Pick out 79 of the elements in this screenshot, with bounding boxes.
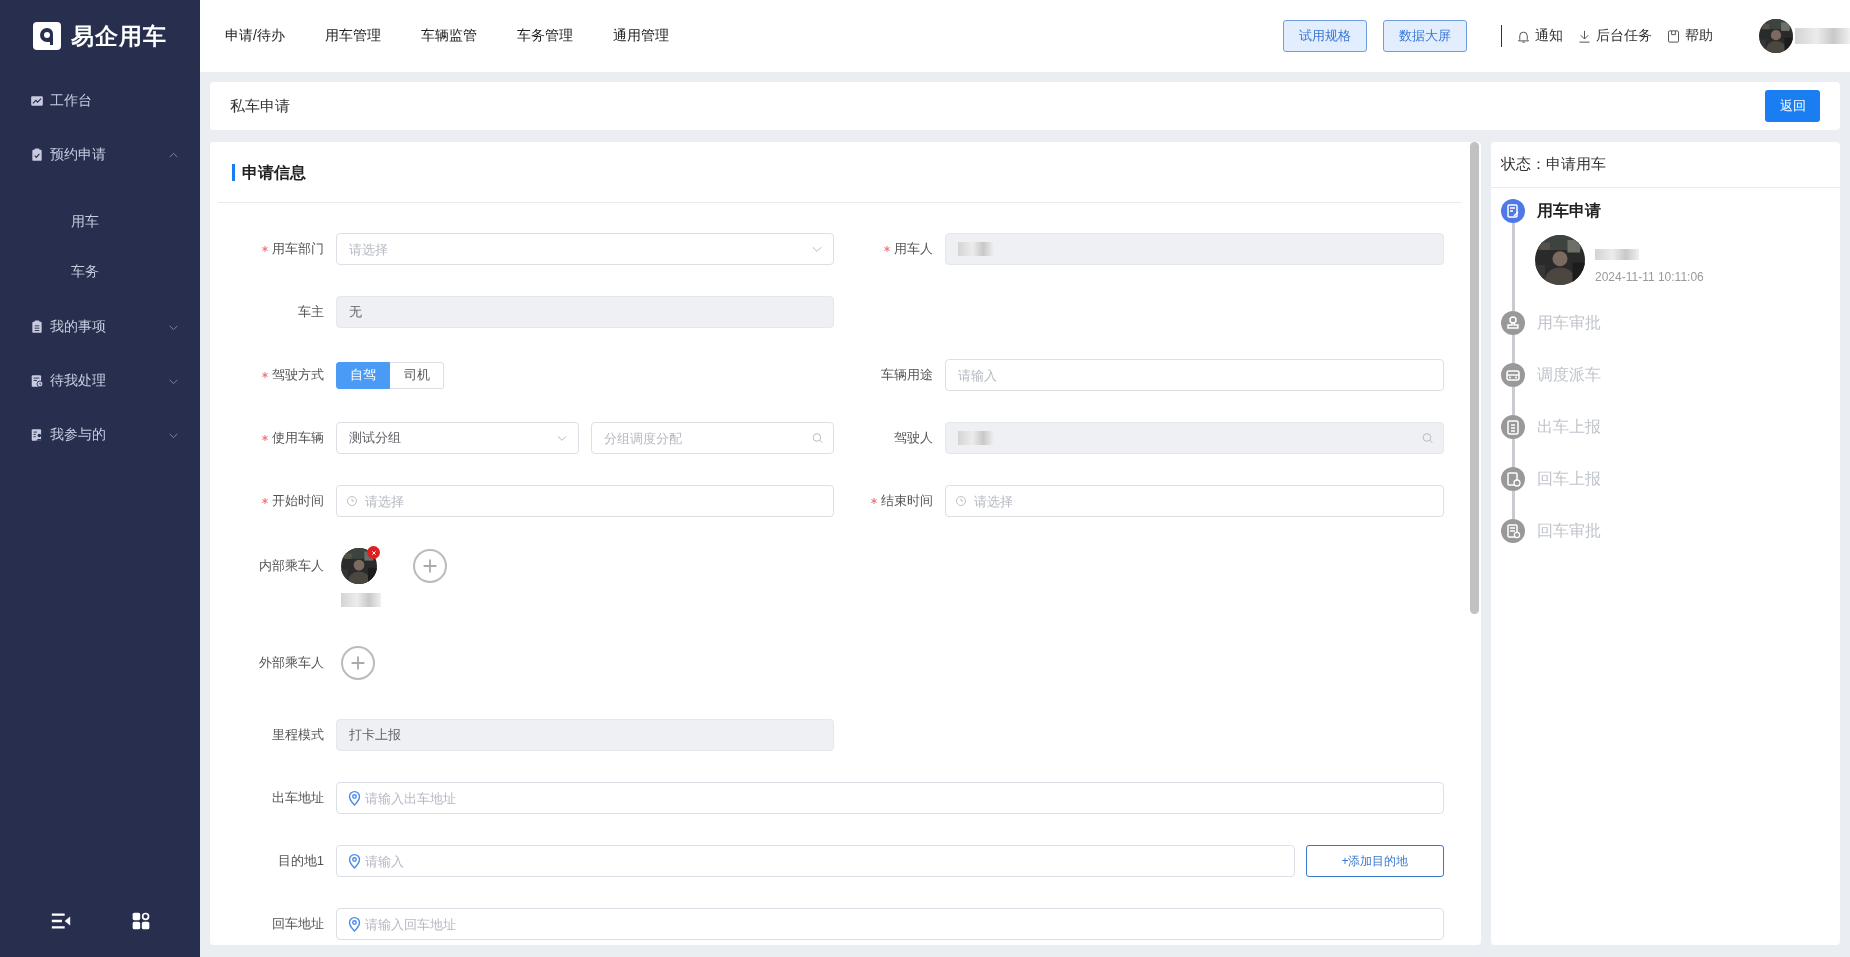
- field-label: 车辆用途: [881, 366, 933, 384]
- apps-icon[interactable]: [130, 911, 151, 931]
- clock-icon: [955, 495, 967, 507]
- field-label: 驾驶方式: [272, 366, 324, 384]
- logo-icon: [33, 22, 61, 50]
- nav-tab[interactable]: 车务管理: [516, 27, 573, 45]
- redacted-text: [1595, 249, 1639, 260]
- field-label: 回车地址: [272, 915, 324, 933]
- toolbar-link[interactable]: 后台任务: [1577, 27, 1652, 45]
- address-field[interactable]: 请输入回车地址: [336, 908, 1444, 940]
- section-title: 申请信息: [232, 163, 306, 181]
- toolbar-button[interactable]: 数据大屏: [1383, 20, 1467, 52]
- date-time-field[interactable]: 请选择: [336, 485, 834, 517]
- sidebar-item[interactable]: 我的事项: [0, 300, 200, 354]
- location-pin-icon: [346, 915, 363, 933]
- sidebar-subitem[interactable]: 用车: [0, 197, 200, 247]
- note-icon: [1666, 28, 1681, 44]
- clock-icon: [346, 495, 358, 507]
- bell-icon: [1516, 28, 1531, 44]
- sidebar-item[interactable]: 工作台: [0, 74, 200, 128]
- collapse-menu-icon[interactable]: [49, 910, 72, 932]
- select-field[interactable]: 测试分组: [336, 422, 579, 454]
- step-title: 用车审批: [1537, 313, 1602, 333]
- scrollbar-thumb[interactable]: [1470, 142, 1479, 614]
- clipboard-icon: [30, 320, 44, 334]
- add-passenger-button[interactable]: [413, 549, 447, 583]
- field-label: 用车人: [894, 240, 933, 258]
- segment-button[interactable]: 司机: [390, 361, 444, 389]
- step-title: 调度派车: [1537, 365, 1602, 385]
- step-title: 用车申请: [1537, 201, 1602, 221]
- remove-button[interactable]: [367, 546, 380, 559]
- field-label: 使用车辆: [272, 429, 324, 447]
- location-pin-icon: [346, 852, 363, 870]
- document-person-icon: [30, 428, 44, 442]
- search-icon: [1421, 431, 1434, 445]
- toolbar-link[interactable]: 通知: [1516, 27, 1563, 45]
- field-label: 外部乘车人: [259, 654, 324, 672]
- location-pin-icon: [346, 789, 363, 807]
- redacted-text: [341, 593, 381, 607]
- search-field[interactable]: 分组调度分配: [591, 422, 834, 454]
- field-label: 结束时间: [881, 492, 933, 510]
- toolbar-button[interactable]: 试用规格: [1283, 20, 1367, 52]
- date-time-field[interactable]: 请选择: [945, 485, 1444, 517]
- redacted-text: [1795, 28, 1850, 44]
- nav-tab[interactable]: 车辆监管: [420, 27, 477, 45]
- field-label: 出车地址: [272, 789, 324, 807]
- toolbar-link[interactable]: 帮助: [1666, 27, 1713, 45]
- nav-tab[interactable]: 申请/待办: [225, 27, 285, 45]
- sidebar-subitem[interactable]: 车务: [0, 247, 200, 297]
- select-field[interactable]: 请选择: [336, 233, 834, 265]
- back-button[interactable]: 返回: [1765, 90, 1820, 122]
- field-label: 驾驶人: [894, 429, 933, 447]
- field-label: 用车部门: [272, 240, 324, 258]
- field-label: 车主: [298, 303, 324, 321]
- step-time: 2024-11-11 10:11:06: [1595, 270, 1704, 284]
- add-destination-button[interactable]: +添加目的地: [1306, 845, 1444, 877]
- close-icon: [369, 548, 378, 557]
- field-label: 目的地1: [277, 852, 324, 870]
- add-passenger-button[interactable]: [341, 646, 375, 680]
- field-label: 开始时间: [272, 492, 324, 510]
- document-clock-icon: [30, 374, 44, 388]
- input-field[interactable]: 请输入: [945, 359, 1444, 391]
- page-title: 私车申请: [230, 96, 291, 116]
- clipboard-check-icon: [30, 148, 44, 162]
- search-icon: [811, 431, 824, 445]
- chart-icon: [30, 94, 44, 108]
- step-title: 回车审批: [1537, 521, 1602, 541]
- address-field[interactable]: 请输入: [336, 845, 1295, 877]
- address-field[interactable]: 请输入出车地址: [336, 782, 1444, 814]
- sidebar-item[interactable]: 预约申请: [0, 128, 200, 182]
- sidebar-item[interactable]: 待我处理: [0, 354, 200, 408]
- field-label: 里程模式: [272, 726, 324, 744]
- nav-tab[interactable]: 通用管理: [612, 27, 669, 45]
- nav-tab[interactable]: 用车管理: [324, 27, 381, 45]
- logo-text: 易企用车: [71, 21, 167, 51]
- status-text: 状态：申请用车: [1501, 155, 1606, 174]
- download-icon: [1577, 28, 1592, 44]
- field-label: 内部乘车人: [259, 557, 324, 575]
- sidebar-item[interactable]: 我参与的: [0, 408, 200, 462]
